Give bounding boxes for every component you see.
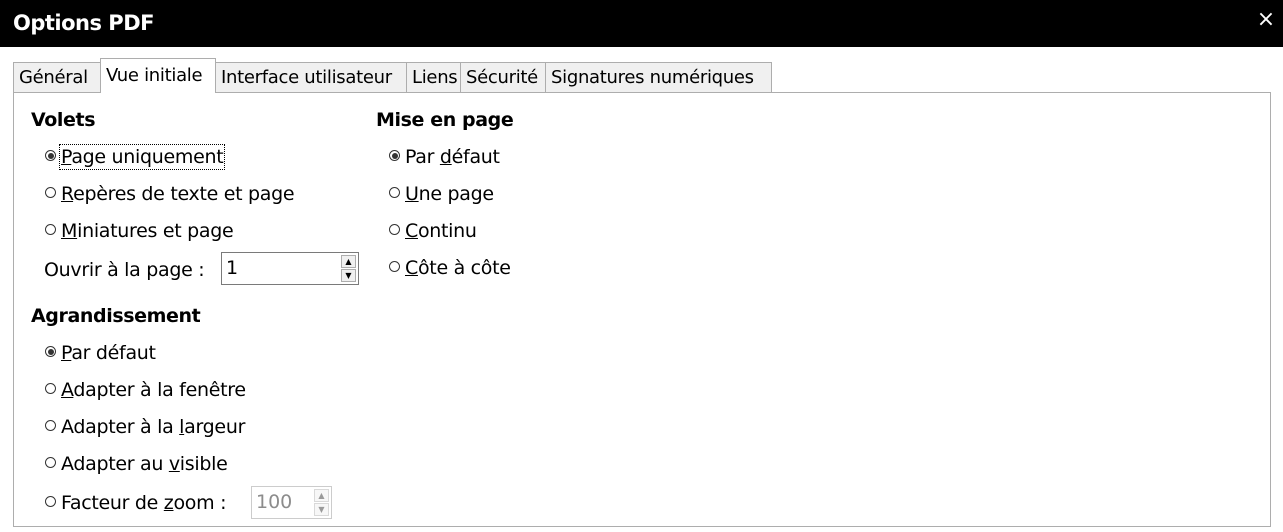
tab-interface-utilisateur[interactable]: Interface utilisateur	[215, 62, 407, 92]
radio-indicator[interactable]	[45, 346, 56, 357]
radio-label: Une page	[405, 183, 494, 205]
radio-indicator[interactable]	[45, 383, 56, 394]
agrandissement-heading: Agrandissement	[31, 305, 201, 327]
volets-heading: Volets	[31, 109, 96, 131]
close-icon[interactable]: ×	[1255, 9, 1277, 31]
radio-indicator[interactable]	[389, 261, 400, 272]
open-page-label: Ouvrir à la page :	[44, 259, 205, 281]
radio-cote-a-cote[interactable]: Côte à côte	[389, 254, 511, 282]
radio-indicator[interactable]	[45, 187, 56, 198]
open-page-value[interactable]: 1	[226, 253, 238, 283]
radio-continu[interactable]: Continu	[389, 217, 477, 245]
radio-adapter-fenetre[interactable]: Adapter à la fenêtre	[45, 376, 246, 404]
spin-up-icon[interactable]: ▲	[341, 255, 356, 268]
tab-bar: Général Vue initiale Interface utilisate…	[13, 58, 1270, 93]
radio-indicator[interactable]	[389, 224, 400, 235]
radio-indicator[interactable]	[389, 150, 400, 161]
mise-en-page-heading: Mise en page	[376, 109, 514, 131]
radio-label: Page uniquement	[58, 144, 226, 170]
tab-signatures-numeriques[interactable]: Signatures numériques	[545, 62, 772, 92]
tab-vue-initiale[interactable]: Vue initiale	[100, 58, 216, 93]
radio-indicator[interactable]	[45, 224, 56, 235]
radio-indicator[interactable]	[45, 457, 56, 468]
tab-securite[interactable]: Sécurité	[460, 62, 546, 92]
title-bar: Options PDF ×	[0, 0, 1283, 47]
zoom-spinbox: 100 ▲ ▼	[251, 486, 332, 519]
radio-miniatures-page[interactable]: Miniatures et page	[45, 217, 234, 245]
radio-zoom-par-defaut[interactable]: Par défaut	[45, 339, 156, 367]
radio-adapter-largeur[interactable]: Adapter à la largeur	[45, 413, 245, 441]
radio-indicator[interactable]	[45, 420, 56, 431]
radio-label: Adapter à la largeur	[61, 416, 246, 438]
spin-down-icon[interactable]: ▼	[341, 269, 356, 282]
radio-reperes-texte-page[interactable]: Repères de texte et page	[45, 180, 295, 208]
tab-general[interactable]: Général	[13, 62, 101, 92]
radio-facteur-zoom[interactable]: Facteur de zoom :	[45, 489, 226, 517]
radio-label: Adapter à la fenêtre	[61, 379, 246, 401]
open-page-spinbox[interactable]: 1 ▲ ▼	[221, 252, 359, 285]
radio-label: Continu	[405, 220, 477, 242]
radio-layout-par-defaut[interactable]: Par défaut	[389, 143, 500, 171]
dialog-title: Options PDF	[13, 11, 154, 35]
spin-up-icon: ▲	[314, 489, 329, 502]
radio-label: Par défaut	[405, 146, 500, 168]
radio-indicator[interactable]	[389, 187, 400, 198]
spin-down-icon: ▼	[314, 503, 329, 516]
radio-label: Facteur de zoom :	[61, 492, 227, 514]
radio-une-page[interactable]: Une page	[389, 180, 494, 208]
tab-liens[interactable]: Liens	[406, 62, 461, 92]
zoom-value: 100	[256, 491, 293, 513]
radio-label: Adapter au visible	[61, 453, 228, 475]
radio-page-uniquement[interactable]: Page uniquement	[45, 143, 226, 171]
radio-label: Par défaut	[61, 342, 156, 364]
radio-label: Côte à côte	[405, 257, 511, 279]
radio-indicator[interactable]	[45, 496, 56, 507]
radio-adapter-visible[interactable]: Adapter au visible	[45, 450, 228, 478]
radio-indicator[interactable]	[45, 150, 56, 161]
radio-label: Repères de texte et page	[61, 183, 295, 205]
radio-label: Miniatures et page	[61, 220, 234, 242]
